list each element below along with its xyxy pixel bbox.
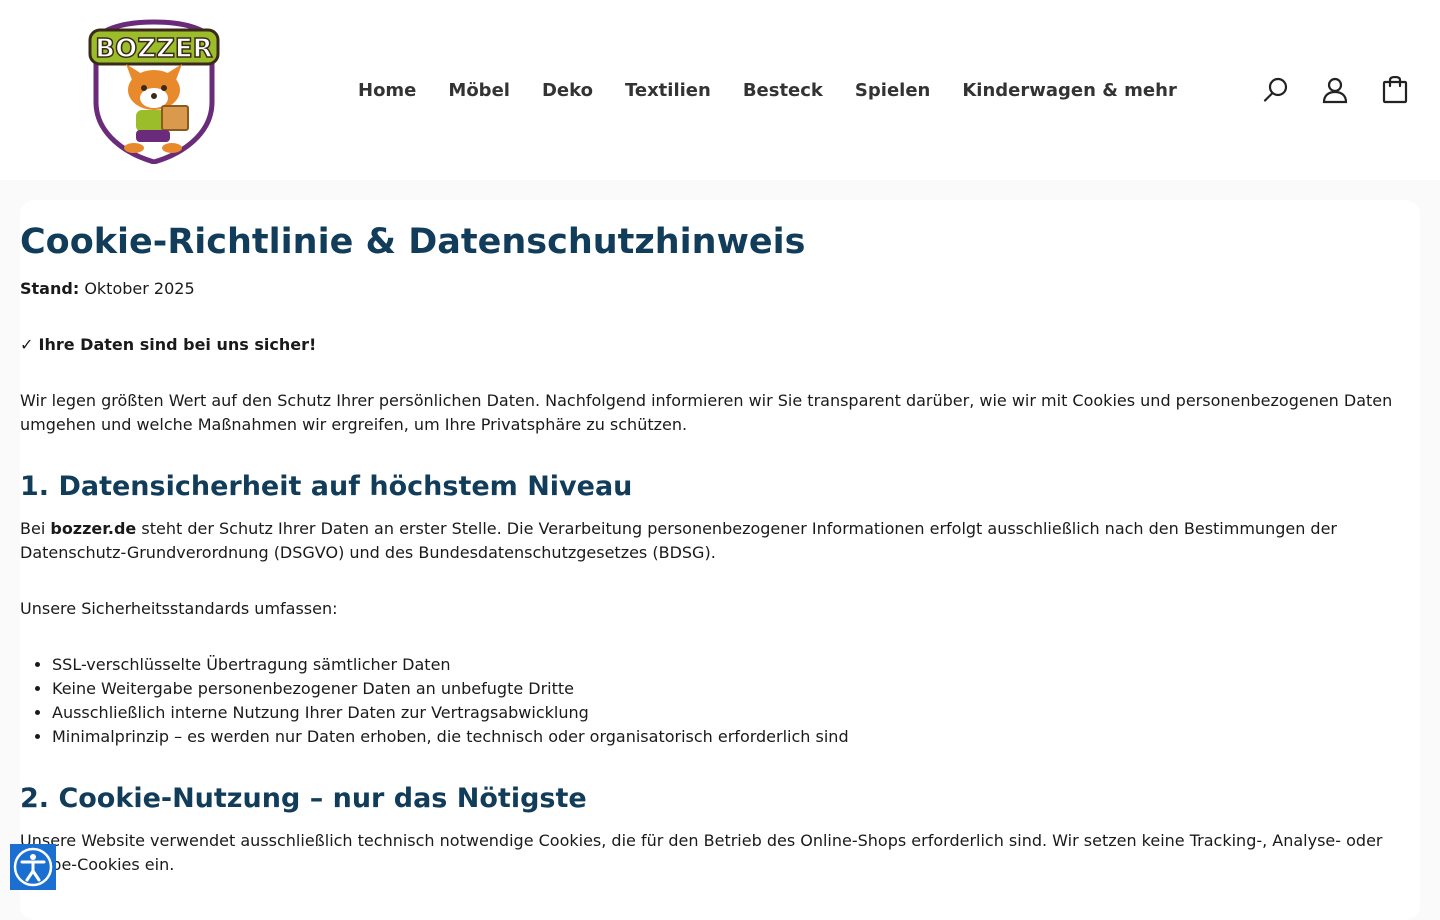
nav-home[interactable]: Home xyxy=(358,78,416,104)
site-header: BOZZER Home Möbel Deko Textilien Besteck… xyxy=(0,0,1440,180)
secure-notice: ✓ Ihre Daten sind bei uns sicher! xyxy=(20,333,1410,357)
list-item: Keine Weitergabe personenbezogener Daten… xyxy=(52,677,1410,701)
nav-besteck[interactable]: Besteck xyxy=(743,78,823,104)
page-title: Cookie-Richtlinie & Datenschutzhinweis xyxy=(20,222,806,262)
list-item-text: SSL-verschlüsselte Übertragung sämtliche… xyxy=(52,655,451,674)
site-logo[interactable]: BOZZER xyxy=(86,18,222,164)
stand-value: Oktober 2025 xyxy=(84,279,195,298)
list-item: Minimalprinzip – es werden nur Daten erh… xyxy=(52,725,1410,749)
security-standards-list: SSL-verschlüsselte Übertragung sämtliche… xyxy=(20,653,1410,749)
nav-spielen[interactable]: Spielen xyxy=(855,78,930,104)
accessibility-icon xyxy=(13,847,53,887)
stand-label: Stand: xyxy=(20,279,80,298)
nav-deko[interactable]: Deko xyxy=(542,78,593,104)
nav-textilien[interactable]: Textilien xyxy=(625,78,711,104)
list-item: Ausschließlich interne Nutzung Ihrer Dat… xyxy=(52,701,1410,725)
account-icon[interactable] xyxy=(1321,76,1349,104)
nav-kinderwagen[interactable]: Kinderwagen & mehr xyxy=(962,78,1176,104)
section1-paragraph-2: Unsere Sicherheitsstandards umfassen: xyxy=(20,599,338,618)
search-icon[interactable] xyxy=(1262,76,1290,104)
section-heading-2: 2. Cookie-Nutzung – nur das Nötigste xyxy=(20,783,587,814)
stand-line: Stand: Oktober 2025 xyxy=(20,277,1410,301)
corgi-logo-icon: BOZZER xyxy=(88,19,220,164)
s1-prefix: Bei xyxy=(20,519,46,538)
intro-paragraph: Wir legen größten Wert auf den Schutz Ih… xyxy=(20,391,1393,434)
list-item-text: Minimalprinzip – es werden nur Daten erh… xyxy=(52,727,849,746)
check-mark: ✓ xyxy=(20,335,34,354)
policy-content: Cookie-Richtlinie & Datenschutzhinweis S… xyxy=(20,220,1410,877)
main-navigation: Home Möbel Deko Textilien Besteck Spiele… xyxy=(358,78,1177,104)
svg-text:BOZZER: BOZZER xyxy=(95,34,212,64)
list-item: SSL-verschlüsselte Übertragung sämtliche… xyxy=(52,653,1410,677)
accessibility-button[interactable] xyxy=(10,844,56,890)
secure-text: Ihre Daten sind bei uns sicher! xyxy=(38,335,317,354)
section1-paragraph-1: Bei bozzer.de steht der Schutz Ihrer Dat… xyxy=(20,517,1410,565)
list-item-text: Keine Weitergabe personenbezogener Daten… xyxy=(52,679,574,698)
s1-rest: steht der Schutz Ihrer Daten an erster S… xyxy=(20,519,1338,562)
section2-paragraph-1: Unsere Website verwendet ausschließlich … xyxy=(20,831,1383,874)
section-heading-1: 1. Datensicherheit auf höchstem Niveau xyxy=(20,471,633,502)
brand-name: bozzer.de xyxy=(50,519,137,538)
cart-icon[interactable] xyxy=(1381,76,1409,104)
list-item-text: Ausschließlich interne Nutzung Ihrer Dat… xyxy=(52,703,589,722)
nav-moebel[interactable]: Möbel xyxy=(448,78,510,104)
